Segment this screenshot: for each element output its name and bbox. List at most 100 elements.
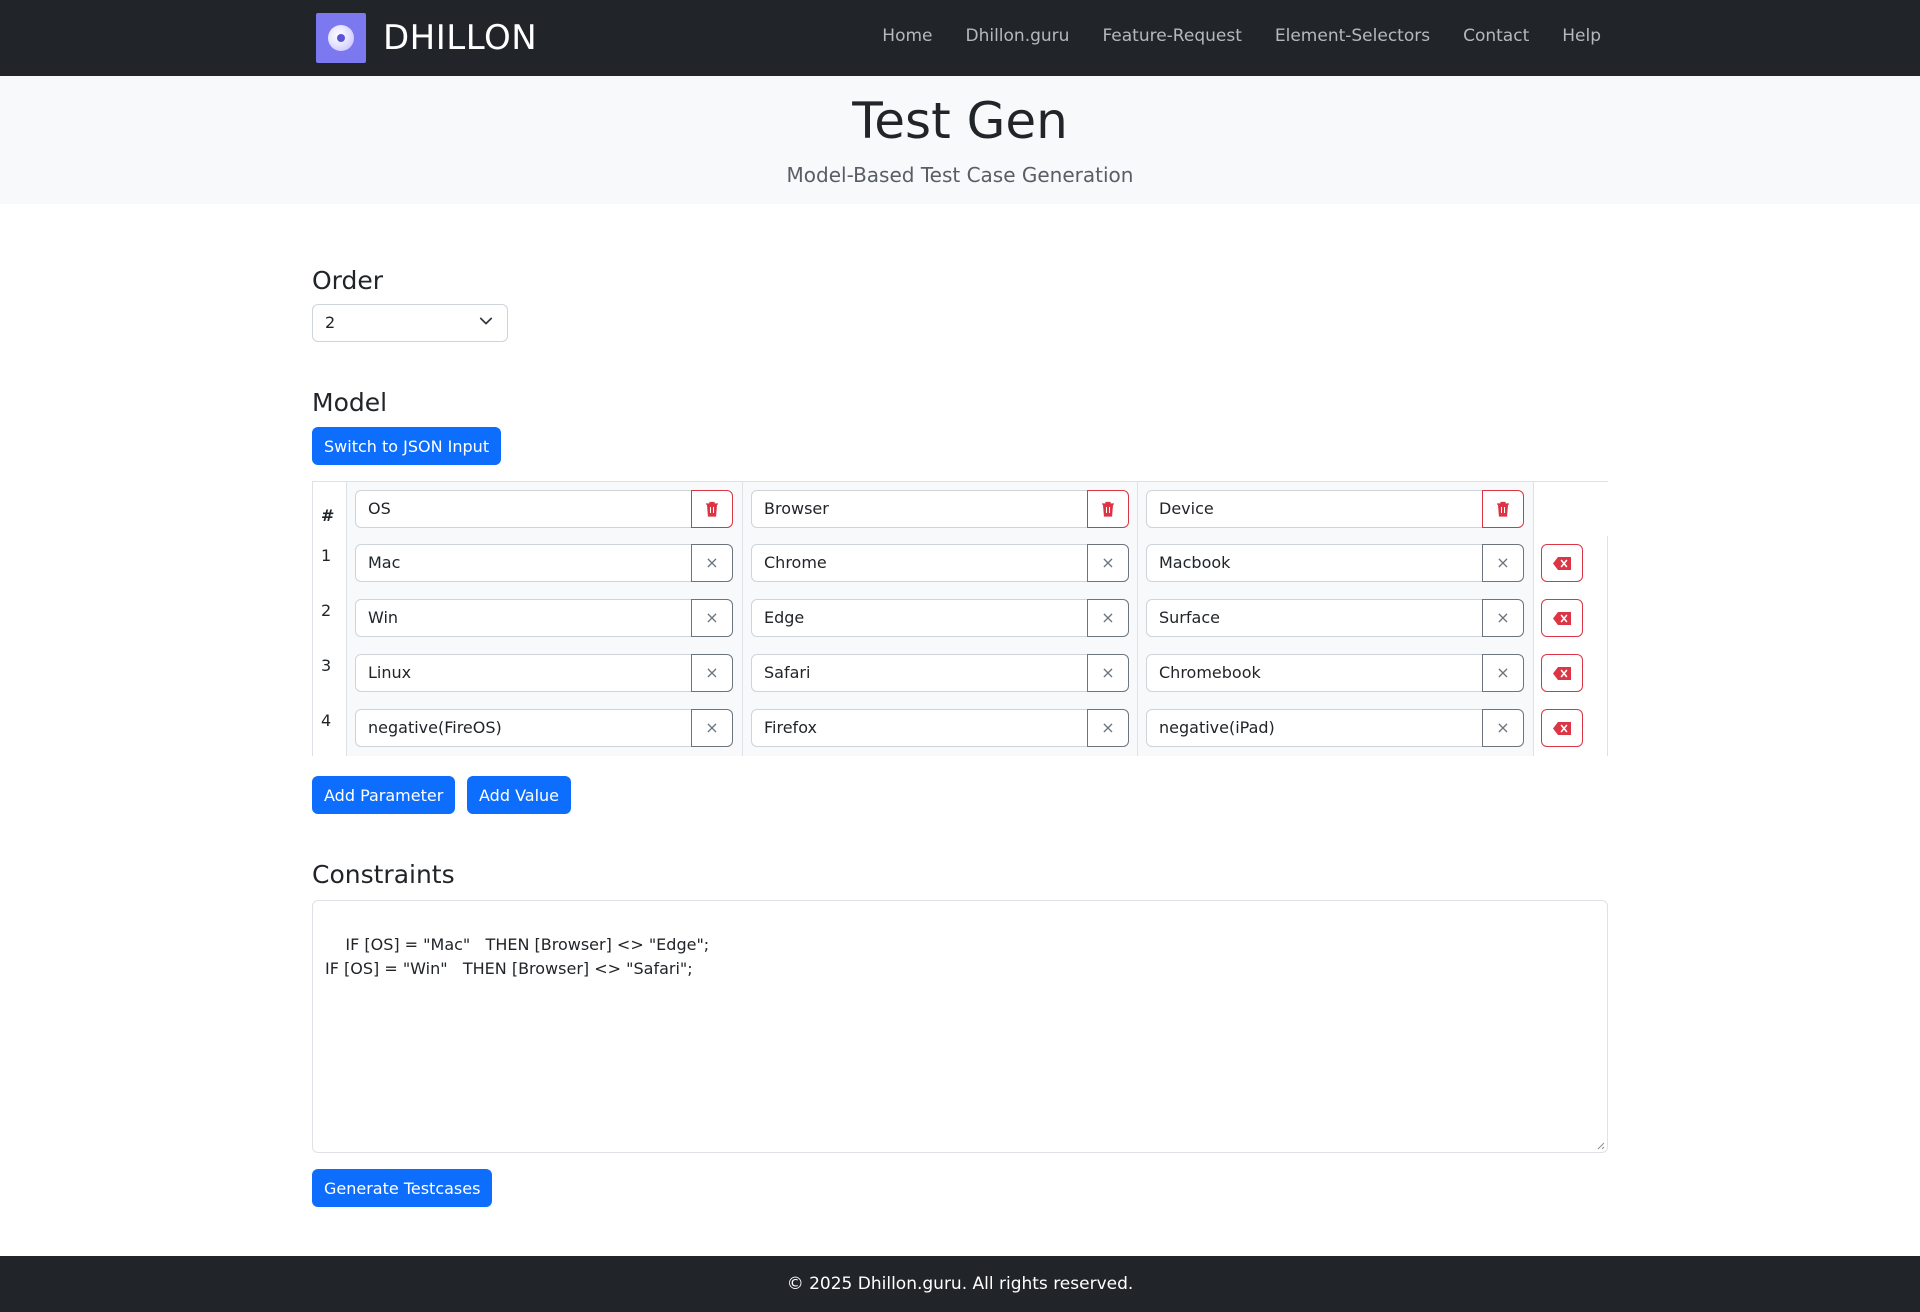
delete-row-button[interactable] — [1541, 654, 1583, 692]
clear-value-button[interactable]: × — [1087, 544, 1129, 582]
constraints-textarea[interactable]: IF [OS] = "Mac" THEN [Browser] <> "Edge"… — [312, 900, 1608, 1153]
backspace-icon — [1553, 667, 1571, 680]
clear-value-button[interactable]: × — [691, 544, 733, 582]
nav-link-home[interactable]: Home — [882, 26, 932, 46]
trash-icon — [1497, 501, 1509, 517]
constraints-text: IF [OS] = "Mac" THEN [Browser] <> "Edge"… — [325, 935, 710, 978]
brand-logo-icon — [316, 13, 366, 63]
backspace-icon — [1553, 612, 1571, 625]
chevron-down-icon — [479, 317, 493, 325]
clear-value-button[interactable]: × — [1087, 709, 1129, 747]
value-cell: Mac × — [346, 536, 742, 591]
nav-link-element-selectors[interactable]: Element-Selectors — [1275, 26, 1430, 46]
value-input[interactable]: Firefox — [751, 709, 1088, 747]
add-parameter-button[interactable]: Add Parameter — [312, 776, 456, 814]
trash-icon — [706, 501, 718, 517]
value-input[interactable]: Macbook — [1146, 544, 1483, 582]
model-heading: Model — [312, 388, 388, 417]
value-cell: Chrome × — [742, 536, 1137, 591]
row-index: 4 — [312, 701, 346, 756]
hero: Test Gen Model-Based Test Case Generatio… — [0, 76, 1920, 204]
value-input[interactable]: Edge — [751, 599, 1088, 637]
backspace-icon — [1553, 722, 1571, 735]
value-input[interactable]: Chrome — [751, 544, 1088, 582]
value-cell: Chromebook × — [1137, 646, 1533, 701]
clear-value-button[interactable]: × — [1482, 709, 1524, 747]
value-cell: Edge × — [742, 591, 1137, 646]
delete-parameter-button[interactable] — [1087, 490, 1129, 528]
parameter-input[interactable]: Device — [1146, 490, 1483, 528]
delete-parameter-button[interactable] — [691, 490, 733, 528]
order-select[interactable]: 2 — [312, 304, 508, 342]
value-cell: Safari × — [742, 646, 1137, 701]
parameter-cell: Browser — [742, 482, 1137, 537]
constraints-heading: Constraints — [312, 860, 455, 889]
index-header: # — [312, 482, 346, 537]
generate-testcases-button[interactable]: Generate Testcases — [312, 1169, 493, 1207]
order-select-value: 2 — [325, 313, 336, 332]
value-input[interactable]: Linux — [355, 654, 692, 692]
row-index: 2 — [312, 591, 346, 646]
parameter-input[interactable]: Browser — [751, 490, 1088, 528]
clear-value-button[interactable]: × — [1087, 654, 1129, 692]
resize-handle-icon[interactable] — [1595, 1140, 1605, 1150]
clear-value-button[interactable]: × — [1482, 599, 1524, 637]
table-header-row: # OS Browser Device — [312, 481, 1608, 537]
delete-parameter-button[interactable] — [1482, 490, 1524, 528]
actions-header-cell — [1533, 482, 1608, 537]
value-cell: Surface × — [1137, 591, 1533, 646]
value-cell: negative(iPad) × — [1137, 701, 1533, 756]
trash-icon — [1102, 501, 1114, 517]
nav-link-dhillon-guru[interactable]: Dhillon.guru — [965, 26, 1069, 46]
delete-row-button[interactable] — [1541, 599, 1583, 637]
row-index: 3 — [312, 646, 346, 701]
page-subtitle: Model-Based Test Case Generation — [786, 163, 1134, 187]
brand[interactable]: DHILLON — [316, 13, 537, 63]
nav-link-contact[interactable]: Contact — [1463, 26, 1529, 46]
clear-value-button[interactable]: × — [691, 709, 733, 747]
brand-name: DHILLON — [383, 18, 538, 58]
add-value-button[interactable]: Add Value — [467, 776, 571, 814]
switch-json-button[interactable]: Switch to JSON Input — [312, 427, 502, 465]
order-heading: Order — [312, 266, 384, 295]
parameter-input[interactable]: OS — [355, 490, 692, 528]
clear-value-button[interactable]: × — [691, 654, 733, 692]
clear-value-button[interactable]: × — [1482, 654, 1524, 692]
clear-value-button[interactable]: × — [1482, 544, 1524, 582]
value-input[interactable]: Mac — [355, 544, 692, 582]
navbar: DHILLON Home Dhillon.guru Feature-Reques… — [0, 0, 1920, 76]
backspace-icon — [1553, 557, 1571, 570]
row-actions-cell — [1533, 591, 1608, 646]
value-input[interactable]: Win — [355, 599, 692, 637]
footer: © 2025 Dhillon.guru. All rights reserved… — [0, 1256, 1920, 1312]
value-input[interactable]: Chromebook — [1146, 654, 1483, 692]
delete-row-button[interactable] — [1541, 709, 1583, 747]
table-row: 2 Win × Edge × Surface × — [312, 591, 1608, 646]
value-input[interactable]: negative(iPad) — [1146, 709, 1483, 747]
row-actions-cell — [1533, 701, 1608, 756]
value-input[interactable]: Safari — [751, 654, 1088, 692]
clear-value-button[interactable]: × — [1087, 599, 1129, 637]
row-actions-cell — [1533, 536, 1608, 591]
value-cell: negative(FireOS) × — [346, 701, 742, 756]
value-cell: Win × — [346, 591, 742, 646]
table-row: 1 Mac × Chrome × Macbook × — [312, 536, 1608, 591]
parameter-cell: OS — [346, 482, 742, 537]
footer-copyright: © 2025 Dhillon.guru. All rights reserved… — [786, 1274, 1134, 1294]
value-cell: Firefox × — [742, 701, 1137, 756]
row-index: 1 — [312, 536, 346, 591]
table-row: 4 negative(FireOS) × Firefox × negative(iPad)… — [312, 701, 1608, 756]
nav-link-help[interactable]: Help — [1562, 26, 1601, 46]
delete-row-button[interactable] — [1541, 544, 1583, 582]
value-input[interactable]: negative(FireOS) — [355, 709, 692, 747]
nav-links: Home Dhillon.guru Feature-Request Elemen… — [849, 26, 1601, 46]
row-actions-cell — [1533, 646, 1608, 701]
clear-value-button[interactable]: × — [691, 599, 733, 637]
nav-link-feature-request[interactable]: Feature-Request — [1102, 26, 1241, 46]
value-cell: Linux × — [346, 646, 742, 701]
value-cell: Macbook × — [1137, 536, 1533, 591]
value-input[interactable]: Surface — [1146, 599, 1483, 637]
page-title: Test Gen — [852, 92, 1068, 150]
parameter-cell: Device — [1137, 482, 1533, 537]
table-row: 3 Linux × Safari × Chromebook × — [312, 646, 1608, 701]
